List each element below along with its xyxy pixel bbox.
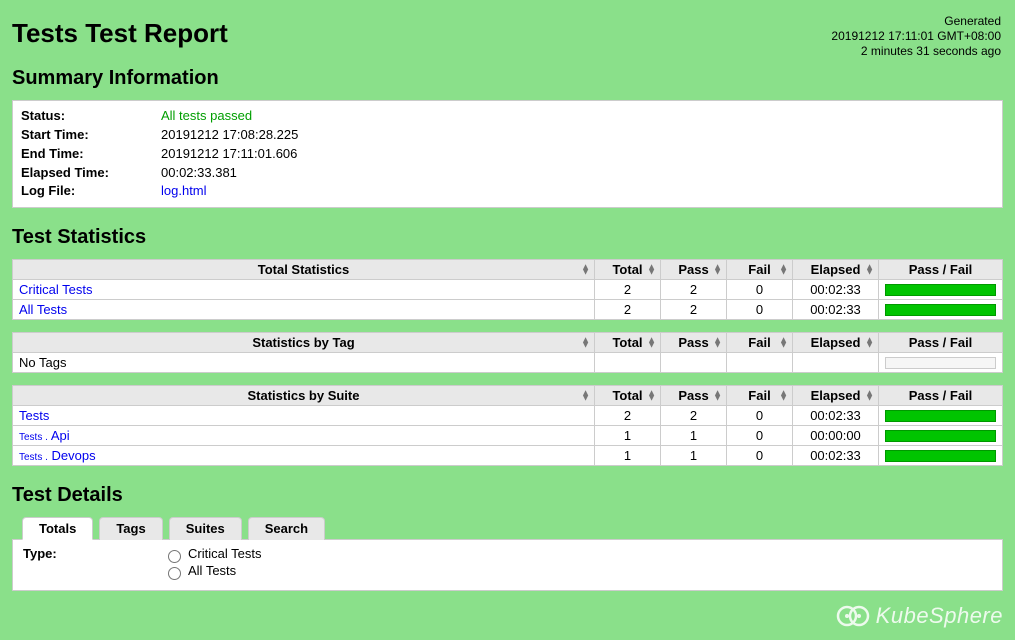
cell-fail: 0 — [727, 300, 793, 320]
sort-icon: ▲▼ — [647, 390, 656, 401]
sort-icon: ▲▼ — [581, 264, 590, 275]
pass-bar — [885, 284, 996, 296]
end-time-label: End Time: — [21, 145, 161, 164]
table-row: No Tags — [13, 353, 1003, 373]
col-pass[interactable]: Pass▲▼ — [661, 386, 727, 406]
col-passfail: Pass / Fail — [879, 386, 1003, 406]
suite-api-link[interactable]: Api — [51, 428, 70, 443]
col-passfail: Pass / Fail — [879, 260, 1003, 280]
generated-timestamp: 20191212 17:11:01 GMT+08:00 — [831, 29, 1001, 44]
type-label: Type: — [23, 546, 163, 561]
status-label: Status: — [21, 107, 161, 126]
cell-pass: 2 — [661, 300, 727, 320]
sort-icon: ▲▼ — [865, 264, 874, 275]
col-fail[interactable]: Fail▲▼ — [727, 386, 793, 406]
status-value: All tests passed — [161, 107, 252, 126]
pass-bar — [885, 450, 996, 462]
end-time-value: 20191212 17:11:01.606 — [161, 145, 297, 164]
log-file-link[interactable]: log.html — [161, 183, 207, 198]
all-tests-link[interactable]: All Tests — [19, 302, 67, 317]
table-row: Tests 2 2 0 00:02:33 — [13, 406, 1003, 426]
sort-icon: ▲▼ — [865, 337, 874, 348]
watermark-text: KubeSphere — [876, 603, 1003, 629]
col-pass[interactable]: Pass▲▼ — [661, 260, 727, 280]
sort-icon: ▲▼ — [713, 337, 722, 348]
table-row: Tests . Devops 1 1 0 00:02:33 — [13, 446, 1003, 466]
col-passfail: Pass / Fail — [879, 333, 1003, 353]
col-tag-statistics[interactable]: Statistics by Tag▲▼ — [13, 333, 595, 353]
radio-all-tests[interactable] — [168, 567, 181, 580]
sort-icon: ▲▼ — [713, 264, 722, 275]
tab-search[interactable]: Search — [248, 517, 325, 540]
sort-icon: ▲▼ — [647, 264, 656, 275]
radio-critical-tests-label: Critical Tests — [188, 546, 261, 563]
tag-statistics-table: Statistics by Tag▲▼ Total▲▼ Pass▲▼ Fail▲… — [12, 332, 1003, 373]
elapsed-time-value: 00:02:33.381 — [161, 164, 237, 183]
generated-info: Generated 20191212 17:11:01 GMT+08:00 2 … — [831, 14, 1001, 59]
tab-strip: Totals Tags Suites Search — [12, 516, 1003, 539]
details-heading: Test Details — [12, 484, 1003, 507]
sort-icon: ▲▼ — [779, 390, 788, 401]
cell-total: 2 — [595, 280, 661, 300]
col-elapsed[interactable]: Elapsed▲▼ — [793, 333, 879, 353]
tab-totals[interactable]: Totals — [22, 517, 93, 540]
cell-elapsed: 00:02:33 — [793, 280, 879, 300]
critical-tests-link[interactable]: Critical Tests — [19, 282, 92, 297]
empty-bar — [885, 357, 996, 369]
sort-icon: ▲▼ — [647, 337, 656, 348]
tab-tags[interactable]: Tags — [99, 517, 162, 540]
tab-suites[interactable]: Suites — [169, 517, 242, 540]
suite-statistics-table: Statistics by Suite▲▼ Total▲▼ Pass▲▼ Fai… — [12, 385, 1003, 466]
start-time-value: 20191212 17:08:28.225 — [161, 126, 298, 145]
no-tags: No Tags — [13, 353, 595, 373]
generated-label: Generated — [831, 14, 1001, 29]
sort-icon: ▲▼ — [865, 390, 874, 401]
table-row: Critical Tests 2 2 0 00:02:33 — [13, 280, 1003, 300]
table-row: Tests . Api 1 1 0 00:00:00 — [13, 426, 1003, 446]
suite-devops-link[interactable]: Devops — [52, 448, 96, 463]
sort-icon: ▲▼ — [713, 390, 722, 401]
cell-pass: 2 — [661, 280, 727, 300]
sort-icon: ▲▼ — [779, 264, 788, 275]
pass-bar — [885, 410, 996, 422]
watermark-icon — [836, 602, 870, 630]
radio-critical-tests[interactable] — [168, 550, 181, 563]
col-fail[interactable]: Fail▲▼ — [727, 333, 793, 353]
generated-ago: 2 minutes 31 seconds ago — [831, 44, 1001, 59]
sort-icon: ▲▼ — [779, 337, 788, 348]
summary-panel: Status: All tests passed Start Time: 201… — [12, 100, 1003, 208]
pass-bar — [885, 430, 996, 442]
col-total-statistics[interactable]: Total Statistics▲▼ — [13, 260, 595, 280]
sort-icon: ▲▼ — [581, 390, 590, 401]
col-total[interactable]: Total▲▼ — [595, 386, 661, 406]
suite-tests-link[interactable]: Tests — [19, 408, 49, 423]
log-file-label: Log File: — [21, 182, 161, 201]
elapsed-time-label: Elapsed Time: — [21, 164, 161, 183]
details-panel: Type: Critical Tests All Tests — [12, 539, 1003, 591]
summary-heading: Summary Information — [12, 67, 1003, 90]
radio-all-tests-label: All Tests — [188, 563, 236, 580]
pass-bar — [885, 304, 996, 316]
cell-total: 2 — [595, 300, 661, 320]
cell-elapsed: 00:02:33 — [793, 300, 879, 320]
watermark: KubeSphere — [836, 602, 1003, 630]
sort-icon: ▲▼ — [581, 337, 590, 348]
statistics-heading: Test Statistics — [12, 226, 1003, 249]
col-total[interactable]: Total▲▼ — [595, 333, 661, 353]
cell-fail: 0 — [727, 280, 793, 300]
total-statistics-table: Total Statistics▲▼ Total▲▼ Pass▲▼ Fail▲▼… — [12, 259, 1003, 320]
col-elapsed[interactable]: Elapsed▲▼ — [793, 386, 879, 406]
col-total[interactable]: Total▲▼ — [595, 260, 661, 280]
col-suite-statistics[interactable]: Statistics by Suite▲▼ — [13, 386, 595, 406]
col-pass[interactable]: Pass▲▼ — [661, 333, 727, 353]
start-time-label: Start Time: — [21, 126, 161, 145]
col-fail[interactable]: Fail▲▼ — [727, 260, 793, 280]
col-elapsed[interactable]: Elapsed▲▼ — [793, 260, 879, 280]
table-row: All Tests 2 2 0 00:02:33 — [13, 300, 1003, 320]
